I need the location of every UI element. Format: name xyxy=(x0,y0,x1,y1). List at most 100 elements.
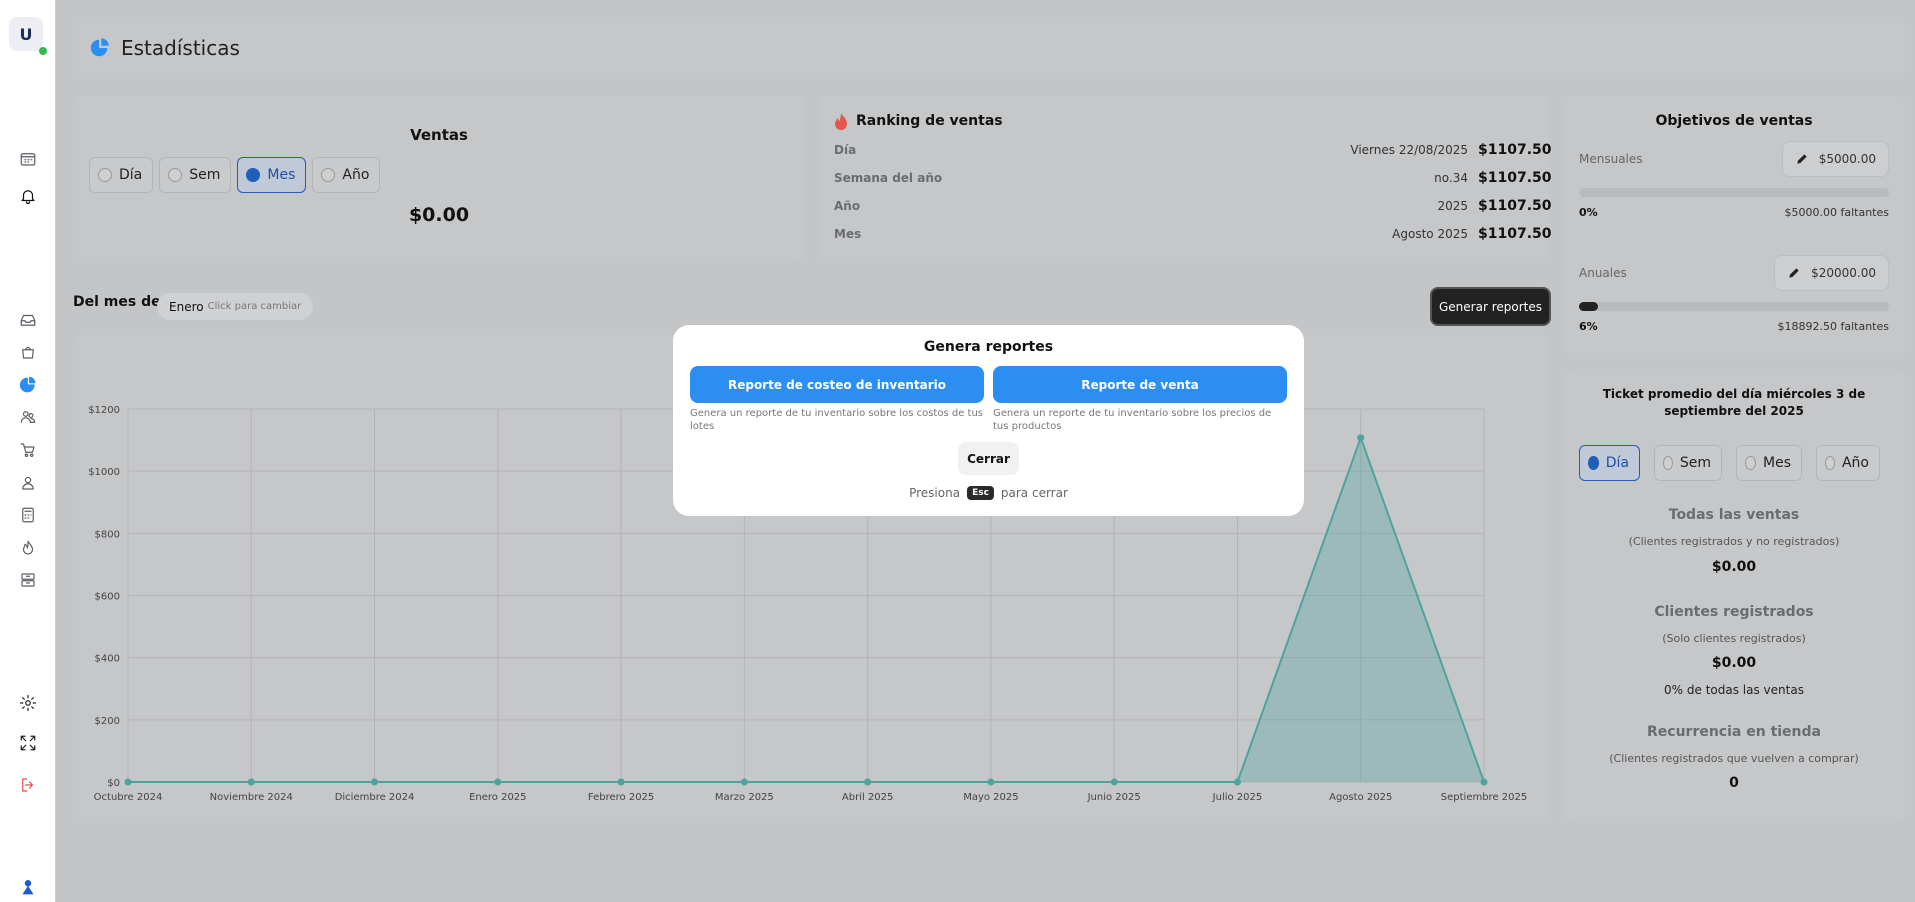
radio-dot xyxy=(246,168,261,182)
data-point xyxy=(371,778,379,786)
month-filter-hint: Click para cambiar xyxy=(207,301,302,312)
radio-dot xyxy=(98,168,112,182)
generate-reports-modal: Genera reportes Reporte de costeo de inv… xyxy=(673,325,1304,516)
gear-icon[interactable] xyxy=(17,692,39,714)
option-label: Mes xyxy=(1763,455,1791,471)
x-tick-label: Abril 2025 xyxy=(842,792,893,803)
ticket-period-selector: Día Sem Mes Año xyxy=(1579,445,1880,481)
avatar-initial: U xyxy=(19,24,33,44)
ranking-row: Mes Agosto 2025 $1107.50 xyxy=(834,224,1552,244)
option-label: Día xyxy=(119,167,143,183)
inventory-cost-report-button[interactable]: Reporte de costeo de inventario xyxy=(690,366,984,403)
period-option-mes[interactable]: Mes xyxy=(237,157,307,193)
y-tick-label: $1200 xyxy=(88,405,120,416)
online-status-dot xyxy=(39,47,47,55)
pencil-icon xyxy=(1789,268,1799,278)
ventas-card: Ventas Día Sem Mes Año $0.00 xyxy=(73,96,805,262)
anual-remaining: $18892.50 faltantes xyxy=(1777,320,1890,333)
ranking-title: Ranking de ventas xyxy=(856,113,1003,129)
ticket-option-sem[interactable]: Sem xyxy=(1654,445,1722,481)
person-icon[interactable] xyxy=(17,876,39,898)
clientes-registrados-title: Clientes registrados xyxy=(1654,604,1814,620)
anuales-label: Anuales xyxy=(1579,266,1627,280)
x-tick-label: Febrero 2025 xyxy=(588,792,654,803)
option-label: Año xyxy=(342,167,370,183)
bell-icon[interactable] xyxy=(17,185,39,207)
radio-dot xyxy=(321,168,336,182)
ranking-value: no.34 xyxy=(1434,171,1468,185)
mensuales-label: Mensuales xyxy=(1579,152,1643,166)
pie-chart-icon xyxy=(90,38,109,57)
month-filter-chip[interactable]: Enero Click para cambiar xyxy=(157,293,314,320)
avatar[interactable]: U xyxy=(9,17,43,51)
y-tick-label: $200 xyxy=(95,716,120,727)
archive-icon[interactable] xyxy=(17,569,39,591)
ventas-amount: $0.00 xyxy=(408,204,470,226)
ranking-value: 2025 xyxy=(1437,199,1468,213)
radio-dot xyxy=(1825,456,1835,470)
pie-chart-icon[interactable] xyxy=(17,374,39,396)
inventory-cost-report-description: Genera un reporte de tu inventario sobre… xyxy=(690,408,983,432)
calendar-icon[interactable] xyxy=(17,148,39,170)
recurrencia-value: 0 xyxy=(1729,775,1739,791)
ranking-row: Semana del año no.34 $1107.50 xyxy=(834,168,1552,188)
edit-mensual-goal-button[interactable]: $5000.00 xyxy=(1781,141,1889,177)
x-tick-label: Enero 2025 xyxy=(469,792,526,803)
flame-icon xyxy=(835,113,847,130)
data-point xyxy=(1357,434,1365,442)
ticket-option-dia[interactable]: Día xyxy=(1579,445,1640,481)
x-tick-label: Agosto 2025 xyxy=(1329,792,1392,803)
page-title: Estadísticas xyxy=(121,36,240,60)
user-icon[interactable] xyxy=(17,472,39,494)
period-option-dia[interactable]: Día xyxy=(89,157,154,193)
users-icon[interactable] xyxy=(17,406,39,428)
option-label: Año xyxy=(1841,455,1869,471)
ventas-period-selector: Día Sem Mes Año xyxy=(89,157,381,193)
generate-reports-button[interactable]: Generar reportes xyxy=(1430,287,1551,326)
calculator-icon[interactable] xyxy=(17,504,39,526)
period-option-ano[interactable]: Año xyxy=(312,157,381,193)
ranking-label: Semana del año xyxy=(834,171,943,185)
inbox-icon[interactable] xyxy=(17,309,39,331)
ticket-card: Ticket promedio del día miércoles 3 de s… xyxy=(1563,370,1905,822)
clientes-registrados-value: $0.00 xyxy=(1711,655,1757,671)
data-point xyxy=(740,778,748,786)
radio-dot xyxy=(1745,456,1756,470)
data-point xyxy=(247,778,255,786)
logout-icon[interactable] xyxy=(17,774,39,796)
ranking-label: Año xyxy=(834,199,861,213)
option-label: Mes xyxy=(267,167,296,183)
sales-report-button[interactable]: Reporte de venta xyxy=(993,366,1287,403)
radio-dot xyxy=(168,168,183,182)
y-tick-label: $1000 xyxy=(88,467,120,478)
esc-hint-press: Presiona xyxy=(909,486,961,500)
objetivos-title: Objetivos de ventas xyxy=(1655,113,1813,129)
todas-ventas-title: Todas las ventas xyxy=(1668,507,1800,523)
x-tick-label: Octubre 2024 xyxy=(94,792,163,803)
sidebar: U xyxy=(0,0,56,902)
ranking-row: Día Viernes 22/08/2025 $1107.50 xyxy=(834,140,1552,160)
period-option-sem[interactable]: Sem xyxy=(159,157,232,193)
bag-icon[interactable] xyxy=(17,341,39,363)
data-point xyxy=(1233,778,1241,786)
ticket-option-ano[interactable]: Año xyxy=(1816,445,1880,481)
mensual-remaining: $5000.00 faltantes xyxy=(1784,206,1890,219)
esc-hint: Presiona Esc para cerrar xyxy=(673,486,1304,500)
x-tick-label: Septiembre 2025 xyxy=(1441,792,1527,803)
ranking-label: Día xyxy=(834,143,857,157)
mensual-progress-bar xyxy=(1579,188,1889,197)
cart-icon[interactable] xyxy=(17,439,39,461)
close-modal-button[interactable]: Cerrar xyxy=(958,442,1019,475)
expand-icon[interactable] xyxy=(17,732,39,754)
ticket-title: Ticket promedio del día miércoles 3 de s… xyxy=(1602,387,1866,418)
radio-dot xyxy=(1588,456,1599,470)
pencil-icon xyxy=(1797,154,1807,164)
mensual-percent: 0% xyxy=(1579,206,1598,219)
ticket-option-mes[interactable]: Mes xyxy=(1736,445,1802,481)
ventas-title: Ventas xyxy=(410,126,468,144)
fire-icon[interactable] xyxy=(17,537,39,559)
mensual-goal-value: $5000.00 xyxy=(1818,152,1876,166)
edit-anual-goal-button[interactable]: $20000.00 xyxy=(1774,255,1889,291)
ranking-card: Ranking de ventas Día Viernes 22/08/2025… xyxy=(818,96,1552,262)
ranking-amount: $1107.50 xyxy=(1478,198,1552,214)
